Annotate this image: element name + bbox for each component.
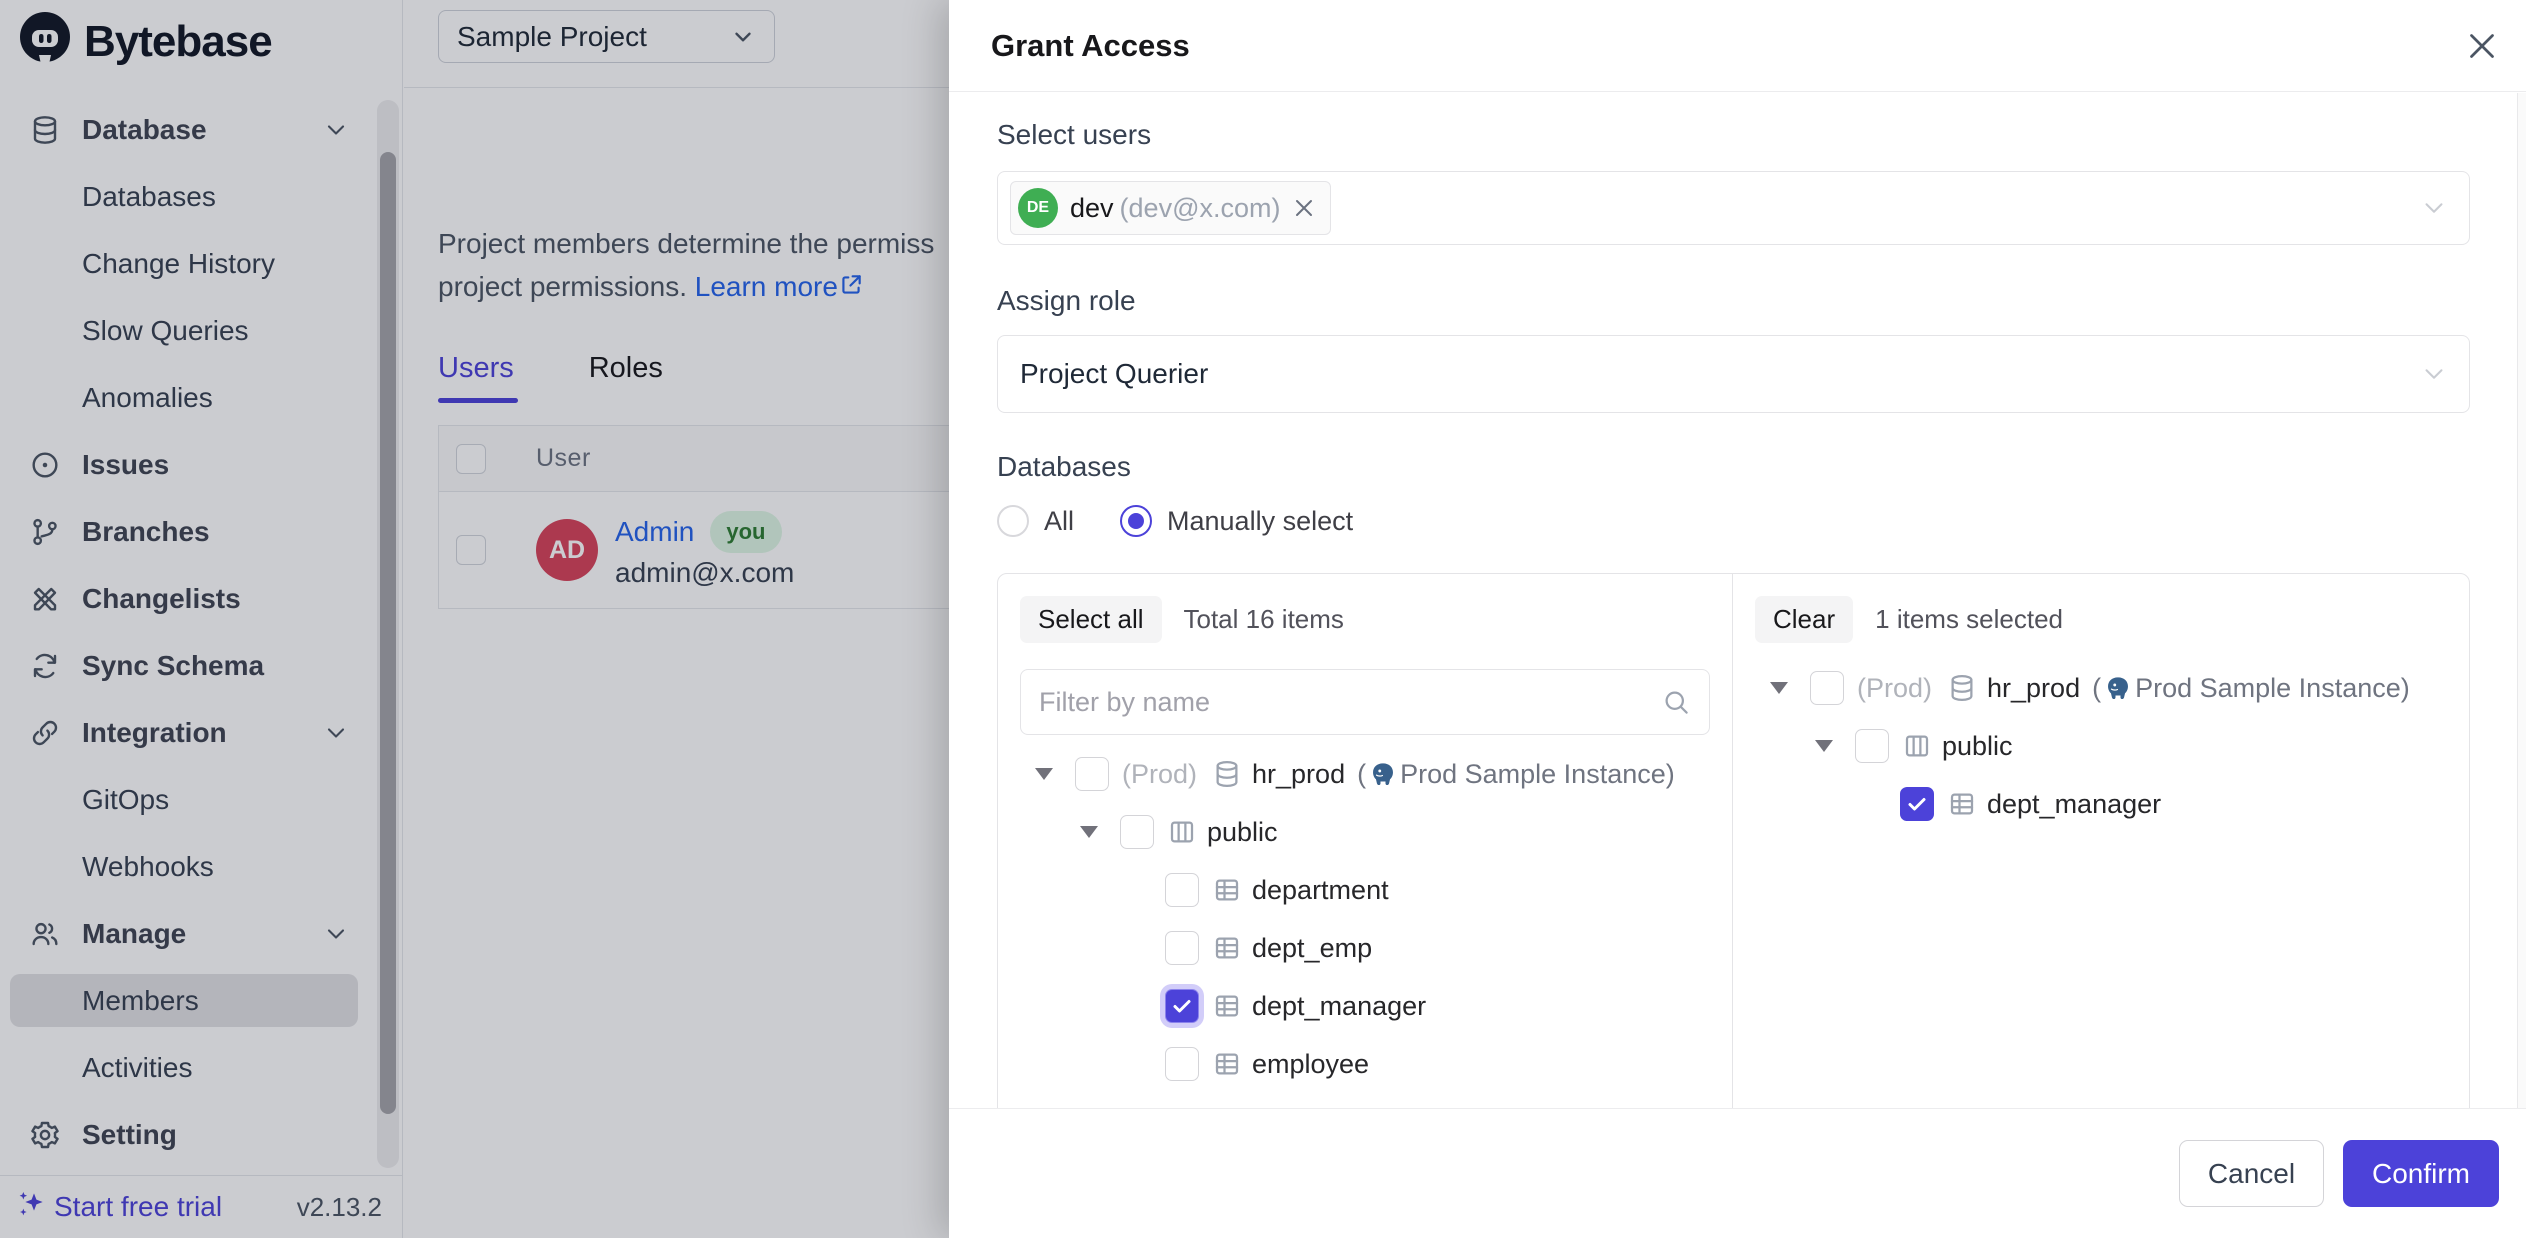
tree-row-hr-prod[interactable]: (Prod) hr_prod (Prod Sample Instance): [1020, 745, 1710, 803]
tree-row-public[interactable]: public: [1755, 717, 2447, 775]
modal-title: Grant Access: [991, 28, 1190, 64]
table-icon: [1212, 991, 1242, 1021]
remove-user-icon[interactable]: [1292, 196, 1316, 220]
clear-button[interactable]: Clear: [1755, 596, 1853, 643]
confirm-button[interactable]: Confirm: [2343, 1140, 2499, 1207]
checkbox[interactable]: [1855, 729, 1889, 763]
tree-row-employee[interactable]: employee: [1020, 1035, 1710, 1093]
selected-databases-panel: Clear 1 items selected (Prod)hr_prod(Pro…: [1733, 574, 2469, 1108]
postgresql-icon: [1370, 761, 1396, 787]
database-scope-radios: All Manually select: [997, 505, 2470, 537]
expander-icon[interactable]: [1035, 768, 1075, 780]
total-items-label: Total 16 items: [1184, 604, 1344, 635]
table-icon: [1212, 875, 1242, 905]
node-name: department: [1252, 875, 1389, 906]
db-icon: [1212, 759, 1242, 789]
chip-user-email: (dev@x.com): [1120, 193, 1281, 224]
radio-all[interactable]: All: [997, 505, 1074, 537]
expander-icon[interactable]: [1080, 826, 1120, 838]
tree-row-dept-manager[interactable]: dept_manager: [1755, 775, 2447, 833]
node-name: dept_manager: [1987, 789, 2161, 820]
instance-label: (Prod Sample Instance): [1357, 759, 1675, 790]
radio-manually-select[interactable]: Manually select: [1120, 505, 1353, 537]
screen: Bytebase DatabaseDatabasesChange History…: [0, 0, 2526, 1238]
cancel-button[interactable]: Cancel: [2179, 1140, 2324, 1207]
database-transfer-panels: Select all Total 16 items (Prod)hr_prod(…: [997, 573, 2470, 1108]
node-name: employee: [1252, 1049, 1369, 1080]
role-select[interactable]: Project Querier: [997, 335, 2470, 413]
search-icon: [1661, 687, 1691, 717]
chip-user-name: dev: [1070, 193, 1114, 224]
close-icon[interactable]: [2464, 28, 2500, 64]
node-name: dept_emp: [1252, 933, 1372, 964]
assign-role-label: Assign role: [997, 285, 2470, 317]
expander-icon[interactable]: [1815, 740, 1855, 752]
tree-row-hr-prod[interactable]: (Prod) hr_prod (Prod Sample Instance): [1755, 659, 2447, 717]
modal-header: Grant Access: [949, 0, 2526, 92]
table-icon: [1212, 933, 1242, 963]
node-name: public: [1942, 731, 2013, 762]
environment-label: (Prod): [1857, 673, 1932, 704]
modal-scrollbar[interactable]: [2517, 93, 2526, 1108]
tree-row-department[interactable]: department: [1020, 861, 1710, 919]
instance-label: (Prod Sample Instance): [2092, 673, 2410, 704]
chevron-down-icon: [2419, 193, 2449, 223]
database-tree-left: (Prod) hr_prod (Prod Sample Instance) publi…: [1020, 745, 1710, 1093]
environment-label: (Prod): [1122, 759, 1197, 790]
expander-icon[interactable]: [1770, 682, 1810, 694]
node-name: dept_manager: [1252, 991, 1426, 1022]
node-name: hr_prod: [1987, 673, 2080, 704]
checkbox[interactable]: [1165, 873, 1199, 907]
node-name: hr_prod: [1252, 759, 1345, 790]
checkbox[interactable]: [1165, 1047, 1199, 1081]
databases-label: Databases: [997, 451, 2470, 483]
checkbox[interactable]: [1810, 671, 1844, 705]
tree-row-dept-manager[interactable]: dept_manager: [1020, 977, 1710, 1035]
checkbox[interactable]: [1165, 989, 1199, 1023]
schema-icon: [1167, 817, 1197, 847]
checkbox[interactable]: [1120, 815, 1154, 849]
filter-input[interactable]: [1039, 687, 1661, 718]
node-name: public: [1207, 817, 1278, 848]
checkbox[interactable]: [1075, 757, 1109, 791]
select-users-label: Select users: [997, 119, 2470, 151]
filter-input-wrap: [1020, 669, 1710, 735]
radio-dot: [1120, 505, 1152, 537]
modal-body: Select users DE dev (dev@x.com) Assign r…: [949, 93, 2526, 1108]
role-select-value: Project Querier: [1020, 358, 1208, 390]
tree-row-dept-emp[interactable]: dept_emp: [1020, 919, 1710, 977]
chevron-down-icon: [2419, 359, 2449, 389]
selected-count-label: 1 items selected: [1875, 604, 2063, 635]
grant-access-modal: Grant Access Select users DE dev (dev@x.…: [949, 0, 2526, 1238]
available-databases-panel: Select all Total 16 items (Prod)hr_prod(…: [998, 574, 1733, 1108]
select-all-button[interactable]: Select all: [1020, 596, 1162, 643]
checkbox[interactable]: [1165, 931, 1199, 965]
table-icon: [1947, 789, 1977, 819]
postgresql-icon: [2105, 675, 2131, 701]
database-tree-right: (Prod) hr_prod (Prod Sample Instance) publi…: [1755, 659, 2447, 833]
schema-icon: [1902, 731, 1932, 761]
db-icon: [1947, 673, 1977, 703]
checkbox[interactable]: [1900, 787, 1934, 821]
radio-dot: [997, 505, 1029, 537]
table-icon: [1212, 1049, 1242, 1079]
avatar: DE: [1018, 188, 1058, 228]
modal-footer: Cancel Confirm: [949, 1108, 2526, 1238]
select-users-input[interactable]: DE dev (dev@x.com): [997, 171, 2470, 245]
selected-user-chip: DE dev (dev@x.com): [1010, 181, 1331, 235]
tree-row-public[interactable]: public: [1020, 803, 1710, 861]
